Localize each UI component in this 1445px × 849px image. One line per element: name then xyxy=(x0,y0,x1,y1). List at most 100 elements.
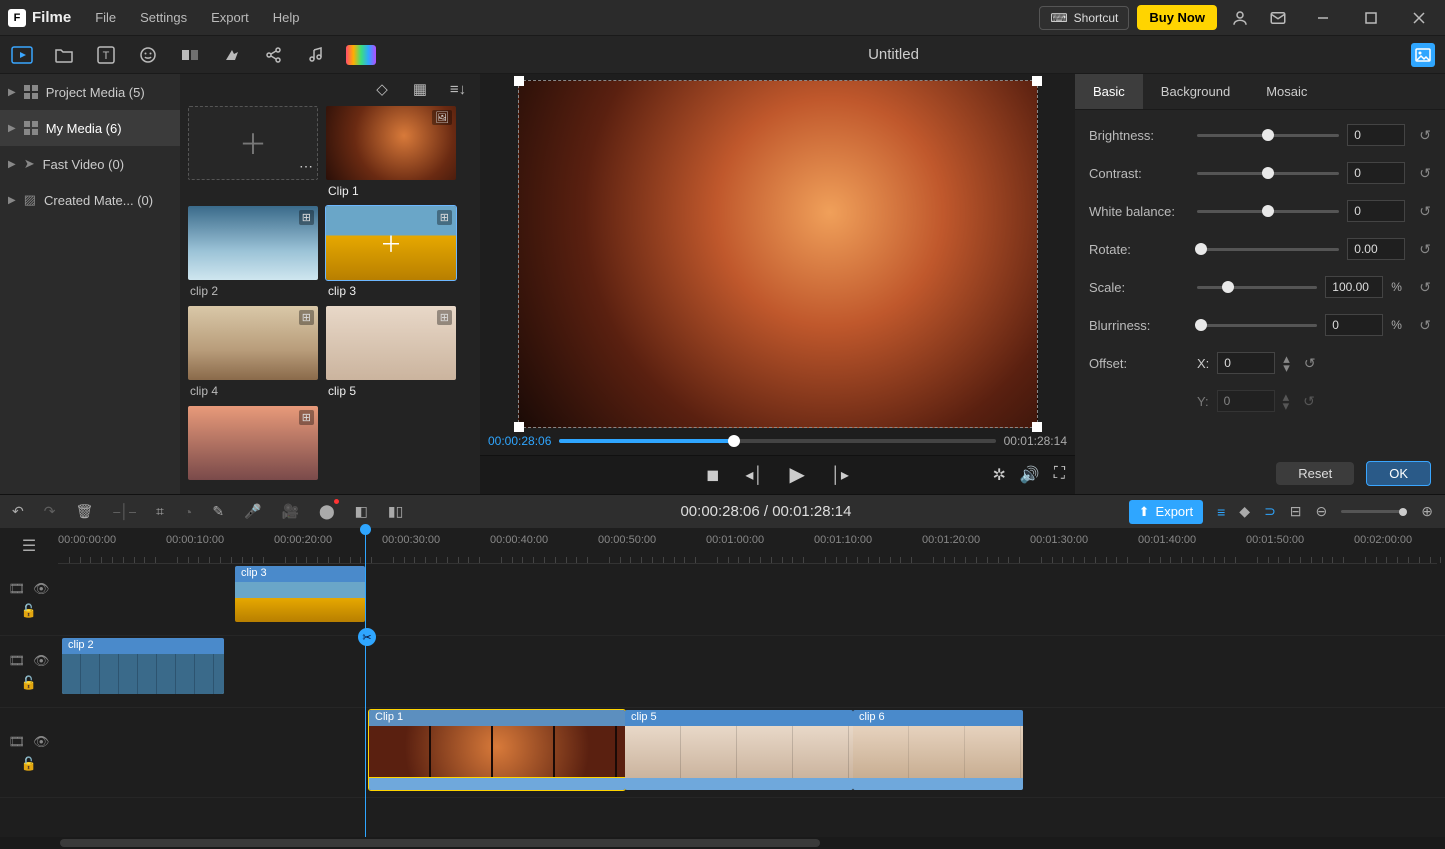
tab-background[interactable]: Background xyxy=(1143,74,1248,109)
pip-icon[interactable]: ◧ xyxy=(355,503,368,520)
mail-icon[interactable] xyxy=(1263,3,1293,33)
lock-icon[interactable]: 🔓 xyxy=(21,675,37,691)
resize-handle-bl[interactable] xyxy=(514,422,524,432)
color-tool-icon[interactable] xyxy=(346,45,376,65)
stepper-icon[interactable]: ▴▾ xyxy=(1283,392,1290,410)
prev-frame-icon[interactable]: ◂│ xyxy=(745,465,763,485)
time-ruler[interactable]: 00:00:00:0000:00:10:0000:00:20:0000:00:3… xyxy=(58,528,1437,564)
scale-slider[interactable] xyxy=(1197,286,1317,289)
next-frame-icon[interactable]: │▸ xyxy=(831,465,849,485)
play-button-icon[interactable]: ▶ xyxy=(789,462,804,487)
reset-icon[interactable]: ↺ xyxy=(1419,165,1431,182)
timeline-clip-clip6[interactable]: clip 6 xyxy=(853,710,1023,790)
layers-icon[interactable]: ◇ xyxy=(370,77,394,101)
contrast-slider[interactable] xyxy=(1197,172,1339,175)
account-icon[interactable] xyxy=(1225,3,1255,33)
reset-icon[interactable]: ↺ xyxy=(1419,241,1431,258)
menu-export[interactable]: Export xyxy=(211,10,249,25)
menu-settings[interactable]: Settings xyxy=(140,10,187,25)
sidebar-project-media[interactable]: ▶ Project Media (5) xyxy=(0,74,180,110)
offset-y-value[interactable]: 0 xyxy=(1217,390,1275,412)
blurriness-slider[interactable] xyxy=(1197,324,1317,327)
zoom-out-icon[interactable]: ⊖ xyxy=(1316,503,1328,520)
seek-slider[interactable] xyxy=(559,439,995,443)
speed-icon[interactable]: ◔ xyxy=(184,504,192,520)
reset-icon[interactable]: ↺ xyxy=(1419,317,1431,334)
effects-tool-icon[interactable] xyxy=(220,43,244,67)
export-button[interactable]: ⬆ Export xyxy=(1129,500,1203,524)
add-media-button[interactable]: ＋⋯ xyxy=(188,106,318,180)
menu-file[interactable]: File xyxy=(95,10,116,25)
timeline-scrollbar[interactable] xyxy=(0,837,1445,849)
blurriness-value[interactable]: 0 xyxy=(1325,314,1383,336)
volume-icon[interactable]: 🔊 xyxy=(1020,465,1040,485)
rotate-slider[interactable] xyxy=(1197,248,1339,251)
rotate-value[interactable]: 0.00 xyxy=(1347,238,1405,260)
timeline-clip-clip5[interactable]: clip 5 xyxy=(625,710,853,790)
fullscreen-icon[interactable]: ⛶ xyxy=(1054,465,1065,485)
window-minimize-icon[interactable] xyxy=(1305,3,1341,33)
ok-button[interactable]: OK xyxy=(1366,461,1431,486)
tab-basic[interactable]: Basic xyxy=(1075,74,1143,109)
settings-gear-icon[interactable]: ✲ xyxy=(992,465,1005,485)
visibility-icon[interactable]: 👁 xyxy=(33,653,50,669)
timeline-clip-clip2[interactable]: clip 2 xyxy=(62,638,224,694)
reset-icon[interactable]: ↺ xyxy=(1419,203,1431,220)
timeline-clip-clip1[interactable]: Clip 1 xyxy=(369,710,625,790)
reset-icon[interactable]: ↺ xyxy=(1419,127,1431,144)
white-balance-value[interactable]: 0 xyxy=(1347,200,1405,222)
reset-button[interactable]: Reset xyxy=(1276,462,1354,485)
redo-icon[interactable]: ↷ xyxy=(44,503,56,520)
mirror-icon[interactable]: ▮▯ xyxy=(388,503,403,520)
lock-icon[interactable]: 🔓 xyxy=(21,756,37,772)
stop-button-icon[interactable]: ◼ xyxy=(706,465,719,485)
lock-icon[interactable]: 🔓 xyxy=(21,603,37,619)
transition-tool-icon[interactable] xyxy=(178,43,202,67)
offset-x-value[interactable]: 0 xyxy=(1217,352,1275,374)
white-balance-slider[interactable] xyxy=(1197,210,1339,213)
visibility-icon[interactable]: 👁 xyxy=(33,581,50,597)
resize-handle-tl[interactable] xyxy=(514,76,524,86)
cut-indicator-icon[interactable]: ✂ xyxy=(358,628,376,646)
resize-handle-tr[interactable] xyxy=(1032,76,1042,86)
image-panel-icon[interactable] xyxy=(1411,43,1435,67)
media-thumb-clip2[interactable]: ⊞ xyxy=(188,206,318,280)
sidebar-my-media[interactable]: ▶ My Media (6) xyxy=(0,110,180,146)
crop-icon[interactable]: ⌗ xyxy=(156,503,164,520)
camera-icon[interactable]: 🎥 xyxy=(282,503,299,520)
reset-icon[interactable]: ↺ xyxy=(1303,393,1315,410)
tab-mosaic[interactable]: Mosaic xyxy=(1248,74,1325,109)
folder-tool-icon[interactable] xyxy=(52,43,76,67)
timeline-menu-icon[interactable]: ☰ xyxy=(0,528,58,564)
media-thumb-clip5[interactable]: ⊞ xyxy=(326,306,456,380)
scale-value[interactable]: 100.00 xyxy=(1325,276,1383,298)
share-tool-icon[interactable] xyxy=(262,43,286,67)
stepper-icon[interactable]: ▴▾ xyxy=(1283,354,1290,372)
timeline-clip-clip3[interactable]: clip 3 xyxy=(235,566,365,622)
media-thumb-clip4[interactable]: ⊞ xyxy=(188,306,318,380)
sticker-tool-icon[interactable] xyxy=(136,43,160,67)
grid-view-icon[interactable]: ▦ xyxy=(408,77,432,101)
sidebar-fast-video[interactable]: ▶ ➤ Fast Video (0) xyxy=(0,146,180,182)
zoom-slider[interactable] xyxy=(1341,510,1407,513)
zoom-in-icon[interactable]: ⊕ xyxy=(1421,503,1433,520)
reset-icon[interactable]: ↺ xyxy=(1419,279,1431,296)
shortcut-button[interactable]: ⌨ Shortcut xyxy=(1039,6,1129,30)
scale-icon[interactable]: ⊟ xyxy=(1290,503,1302,520)
undo-icon[interactable]: ↶ xyxy=(12,503,24,520)
window-close-icon[interactable] xyxy=(1401,3,1437,33)
window-maximize-icon[interactable] xyxy=(1353,3,1389,33)
reset-icon[interactable]: ↺ xyxy=(1304,355,1316,372)
split-icon[interactable]: ⎯│⎯ xyxy=(113,503,136,520)
record-icon[interactable]: ⬤ xyxy=(319,503,335,520)
marker-icon[interactable]: ◆ xyxy=(1239,503,1250,520)
align-icon[interactable]: ≡ xyxy=(1217,504,1225,520)
mic-icon[interactable]: 🎤 xyxy=(244,503,261,520)
more-icon[interactable]: ⋯ xyxy=(299,158,313,175)
buy-now-button[interactable]: Buy Now xyxy=(1137,5,1217,30)
sort-icon[interactable]: ≡↓ xyxy=(446,77,470,101)
color-icon[interactable]: ✎ xyxy=(212,503,224,520)
media-thumb-clip3[interactable]: ⊞＋ xyxy=(326,206,456,280)
magnet-icon[interactable]: ⊃ xyxy=(1264,503,1276,520)
audio-tool-icon[interactable] xyxy=(304,43,328,67)
